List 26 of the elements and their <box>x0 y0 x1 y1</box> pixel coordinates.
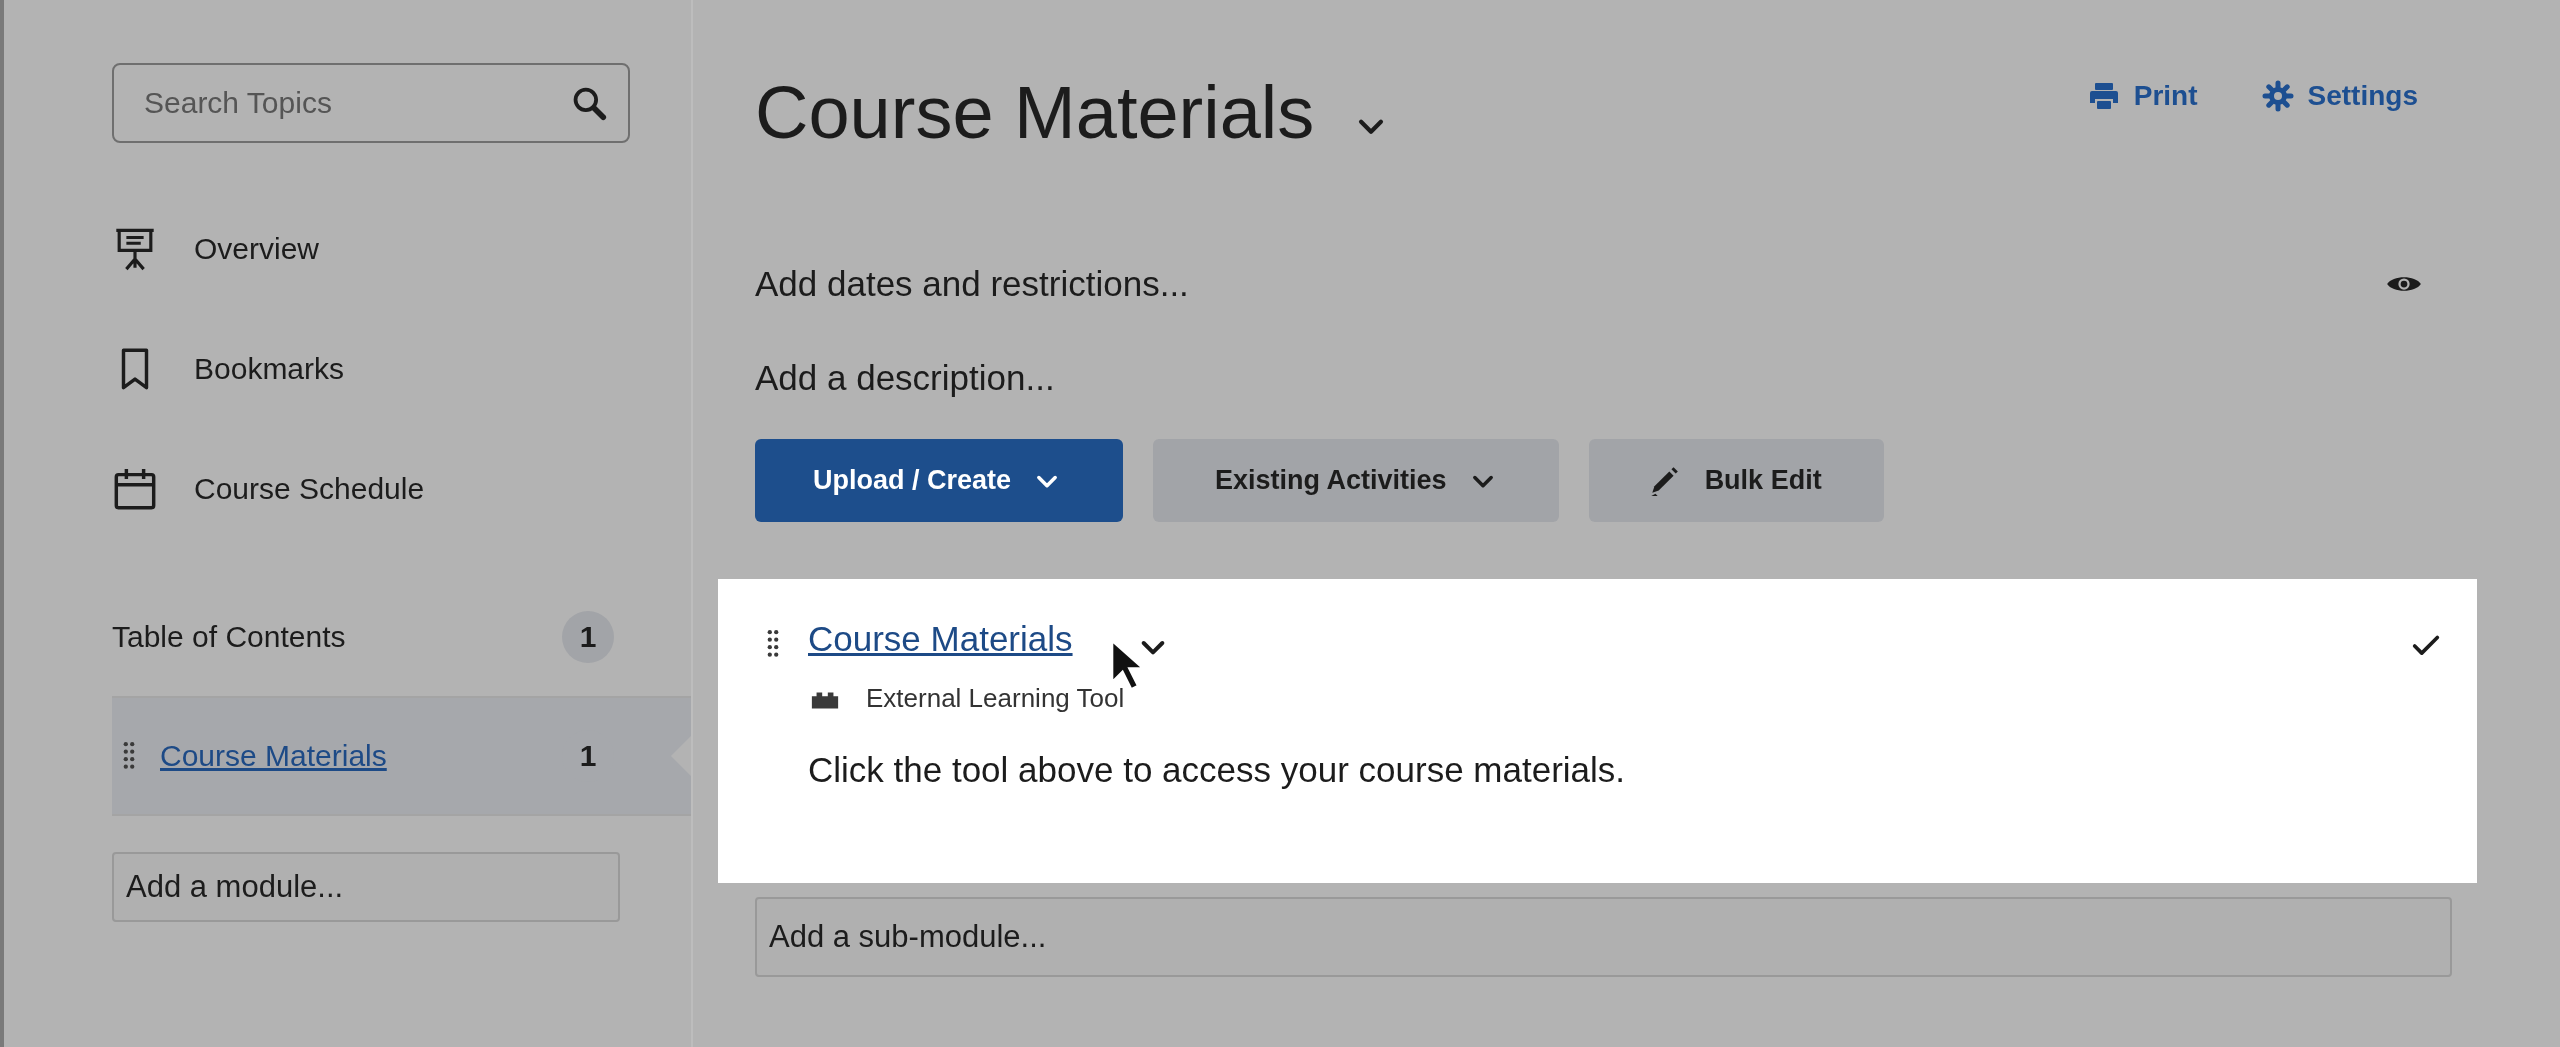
page-title: Course Materials <box>755 70 1315 156</box>
add-submodule-field[interactable]: Add a sub-module... <box>755 897 2452 977</box>
drag-handle-icon <box>766 629 780 659</box>
module-link[interactable]: Course Materials <box>160 739 562 773</box>
sidebar-nav-item[interactable]: Bookmarks <box>112 346 630 392</box>
print-link[interactable]: Print <box>2087 80 2198 112</box>
gear-icon <box>2261 80 2294 112</box>
description-link[interactable]: Add a description... <box>755 358 1055 398</box>
topic-description: Click the tool above to access your course materials. <box>808 750 1627 790</box>
topic-link[interactable]: Course Materials <box>808 619 1073 659</box>
sidebar-nav-item[interactable]: Course Schedule <box>112 466 630 512</box>
dates-restrictions-link[interactable]: Add dates and restrictions... <box>755 264 1189 304</box>
dropdown-button[interactable]: Existing Activities <box>1153 439 1559 522</box>
search-field[interactable]: Search Topics <box>112 63 630 143</box>
add-module-field[interactable]: Add a module... <box>112 852 620 922</box>
dropdown-button[interactable]: Upload / Create <box>755 439 1124 522</box>
calendar-icon <box>112 466 158 512</box>
tool-type-label: External Learning Tool <box>866 683 1125 714</box>
module-row[interactable]: Course Materials 1 <box>112 696 691 816</box>
printer-icon <box>2087 80 2120 112</box>
count-badge: 1 <box>562 611 614 663</box>
section-heading: Table of Contents <box>112 620 346 654</box>
sidebar-nav-item[interactable]: Overview <box>112 226 630 272</box>
settings-link[interactable]: Settings <box>2261 80 2418 112</box>
bulk-edit-button[interactable]: Bulk Edit <box>1588 439 1884 522</box>
drag-handle-icon <box>122 741 136 771</box>
